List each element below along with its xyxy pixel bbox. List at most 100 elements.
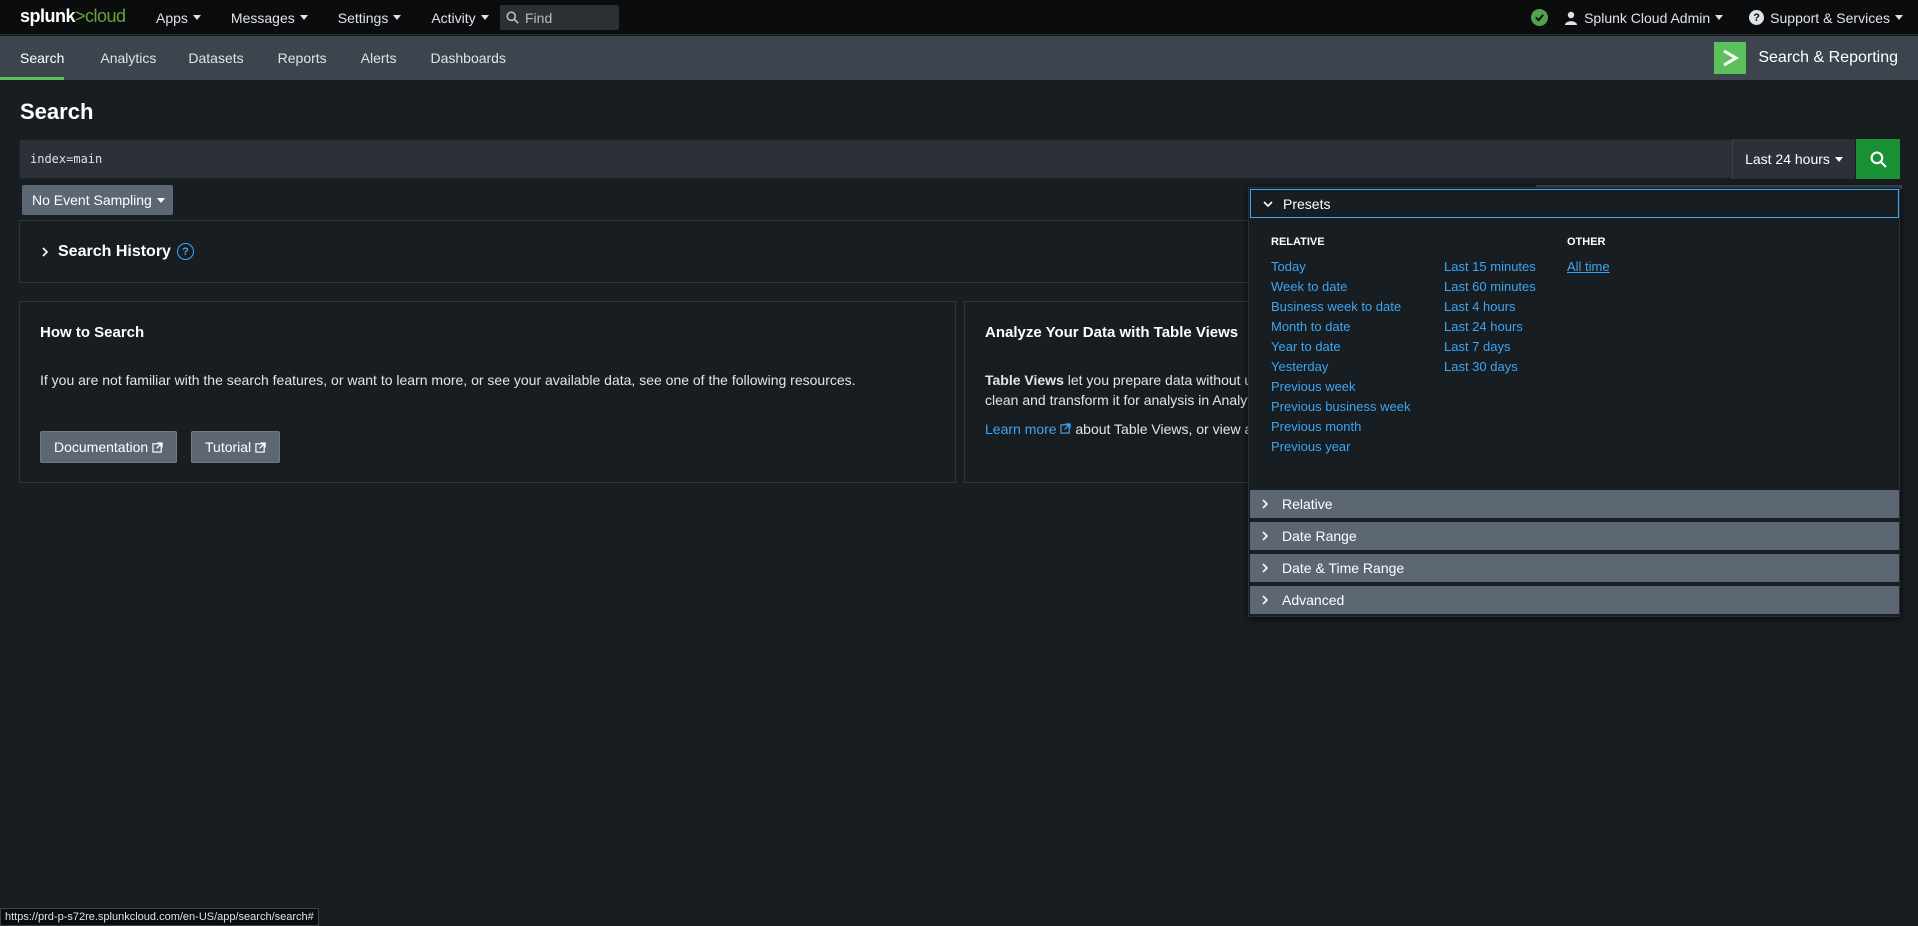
search-query-text: index=main — [30, 152, 103, 166]
chevron-right-icon — [1262, 563, 1269, 573]
table-views-title: Analyze Your Data with Table Views — [985, 324, 1239, 341]
preset-last-15-minutes[interactable]: Last 15 minutes — [1444, 257, 1536, 277]
logo-main: splunk — [20, 6, 76, 26]
preset-month-to-date[interactable]: Month to date — [1271, 317, 1410, 337]
preset-previous-business-week[interactable]: Previous business week — [1271, 397, 1410, 417]
preset-year-to-date[interactable]: Year to date — [1271, 337, 1410, 357]
time-range-picker[interactable]: Last 24 hours — [1732, 139, 1855, 179]
support-menu[interactable]: ? Support & Services — [1749, 10, 1903, 26]
chevron-right-icon — [1262, 499, 1269, 509]
preset-previous-year[interactable]: Previous year — [1271, 437, 1410, 457]
activity-menu[interactable]: Activity — [431, 9, 489, 26]
user-icon — [1565, 11, 1578, 25]
preset-business-week-to-date[interactable]: Business week to date — [1271, 297, 1410, 317]
splunk-cloud-logo[interactable]: splunk>cloud — [20, 6, 126, 27]
find-placeholder: Find — [525, 9, 553, 26]
preset-all-time[interactable]: All time — [1567, 257, 1610, 277]
external-link-icon — [255, 441, 266, 453]
search-history-panel[interactable]: Search History ? — [19, 220, 1261, 283]
table-views-line3-rest: about Table Views, or view a — [1071, 421, 1253, 437]
tab-reports[interactable]: Reports — [278, 36, 347, 80]
accordion-relative[interactable]: Relative — [1250, 490, 1899, 518]
activity-menu-label: Activity — [431, 9, 476, 26]
preset-week-to-date[interactable]: Week to date — [1271, 277, 1410, 297]
tutorial-button[interactable]: Tutorial — [191, 431, 281, 463]
relative-header: RELATIVE — [1271, 236, 1325, 248]
table-views-line2: clean and transform it for analysis in A… — [985, 392, 1252, 408]
tab-alerts-label: Alerts — [360, 50, 397, 66]
apps-menu[interactable]: Apps — [156, 10, 201, 26]
accordion-date-range[interactable]: Date Range — [1250, 522, 1899, 550]
tab-analytics[interactable]: Analytics — [100, 36, 176, 80]
app-title-label: Search & Reporting — [1758, 49, 1898, 66]
help-icon[interactable]: ? — [176, 243, 194, 260]
search-icon — [1870, 151, 1887, 168]
preset-last-24-hours[interactable]: Last 24 hours — [1444, 317, 1536, 337]
how-to-search-title: How to Search — [40, 324, 145, 341]
search-icon — [506, 11, 519, 24]
status-bar-url: https://prd-p-s72re.splunkcloud.com/en-U… — [0, 908, 319, 926]
user-menu-label: Splunk Cloud Admin — [1584, 9, 1711, 26]
chevron-right-icon — [42, 246, 49, 257]
top-nav: Apps Messages Settings Activity — [156, 0, 519, 35]
app-bar: Search Analytics Datasets Reports Alerts… — [0, 36, 1918, 80]
user-menu[interactable]: Splunk Cloud Admin — [1564, 9, 1724, 26]
accordion-advanced-label: Advanced — [1282, 592, 1345, 608]
table-views-bold: Table Views — [985, 372, 1064, 388]
external-link-icon — [1060, 423, 1072, 434]
accordion-date-time-range[interactable]: Date & Time Range — [1250, 554, 1899, 582]
relative-header-spacer — [1444, 236, 1536, 249]
app-tabs: Search Analytics Datasets Reports Alerts… — [0, 36, 526, 80]
preset-last-60-minutes[interactable]: Last 60 minutes — [1444, 277, 1536, 297]
accordion-date-time-range-label: Date & Time Range — [1282, 560, 1405, 576]
logo-suffix: cloud — [85, 6, 126, 26]
presets-header[interactable]: Presets — [1250, 189, 1899, 218]
learn-more-link[interactable]: Learn more — [985, 421, 1057, 437]
accordion-advanced[interactable]: Advanced — [1250, 586, 1899, 614]
other-presets-column: OTHER All time — [1567, 236, 1610, 277]
find-input[interactable]: Find — [500, 5, 619, 30]
event-sampling-dropdown[interactable]: No Event Sampling — [22, 185, 173, 215]
caret-down-icon — [1834, 156, 1843, 162]
tab-dashboards[interactable]: Dashboards — [430, 36, 526, 80]
preset-previous-week[interactable]: Previous week — [1271, 377, 1410, 397]
search-history-title: Search History — [58, 242, 171, 260]
preset-last-30-days[interactable]: Last 30 days — [1444, 357, 1536, 377]
how-to-search-card: How to Search If you are not familiar wi… — [19, 301, 956, 483]
event-sampling-label: No Event Sampling — [32, 192, 152, 208]
tab-dashboards-label: Dashboards — [430, 50, 506, 66]
support-menu-label: Support & Services — [1770, 9, 1890, 26]
documentation-button[interactable]: Documentation — [40, 431, 178, 463]
top-right: Splunk Cloud Admin ? Support & Services — [1531, 0, 1918, 35]
health-status-icon[interactable] — [1531, 9, 1549, 26]
accordion-date-range-label: Date Range — [1282, 528, 1357, 544]
preset-last-7-days[interactable]: Last 7 days — [1444, 337, 1536, 357]
caret-down-icon — [1895, 15, 1903, 20]
messages-menu[interactable]: Messages — [231, 10, 308, 26]
caret-down-icon — [1715, 15, 1724, 20]
tab-search[interactable]: Search — [0, 36, 84, 80]
preset-last-4-hours[interactable]: Last 4 hours — [1444, 297, 1536, 317]
table-views-line1-rest: let you prepare data without u — [1063, 372, 1253, 388]
search-button[interactable] — [1856, 139, 1900, 179]
relative-presets-column-2: Last 15 minutes Last 60 minutes Last 4 h… — [1444, 236, 1536, 377]
accordion-relative-label: Relative — [1282, 496, 1333, 512]
tab-datasets[interactable]: Datasets — [188, 36, 263, 80]
external-link-icon — [152, 441, 163, 453]
tab-alerts[interactable]: Alerts — [361, 36, 417, 80]
preset-today[interactable]: Today — [1271, 257, 1410, 277]
logo-separator: > — [75, 6, 86, 26]
search-query-input[interactable]: index=main — [19, 139, 1733, 179]
chevron-right-icon — [1262, 595, 1269, 605]
messages-menu-label: Messages — [230, 9, 295, 26]
caret-down-icon — [156, 197, 165, 203]
settings-menu[interactable]: Settings — [338, 10, 402, 26]
caret-down-icon — [299, 15, 308, 20]
preset-previous-month[interactable]: Previous month — [1271, 417, 1410, 437]
page-title: Search — [20, 99, 94, 124]
preset-yesterday[interactable]: Yesterday — [1271, 357, 1410, 377]
app-title[interactable]: Search & Reporting — [1714, 42, 1898, 74]
how-to-search-text: If you are not familiar with the search … — [40, 372, 856, 388]
caret-down-icon — [192, 15, 201, 20]
tutorial-label: Tutorial — [205, 439, 252, 455]
